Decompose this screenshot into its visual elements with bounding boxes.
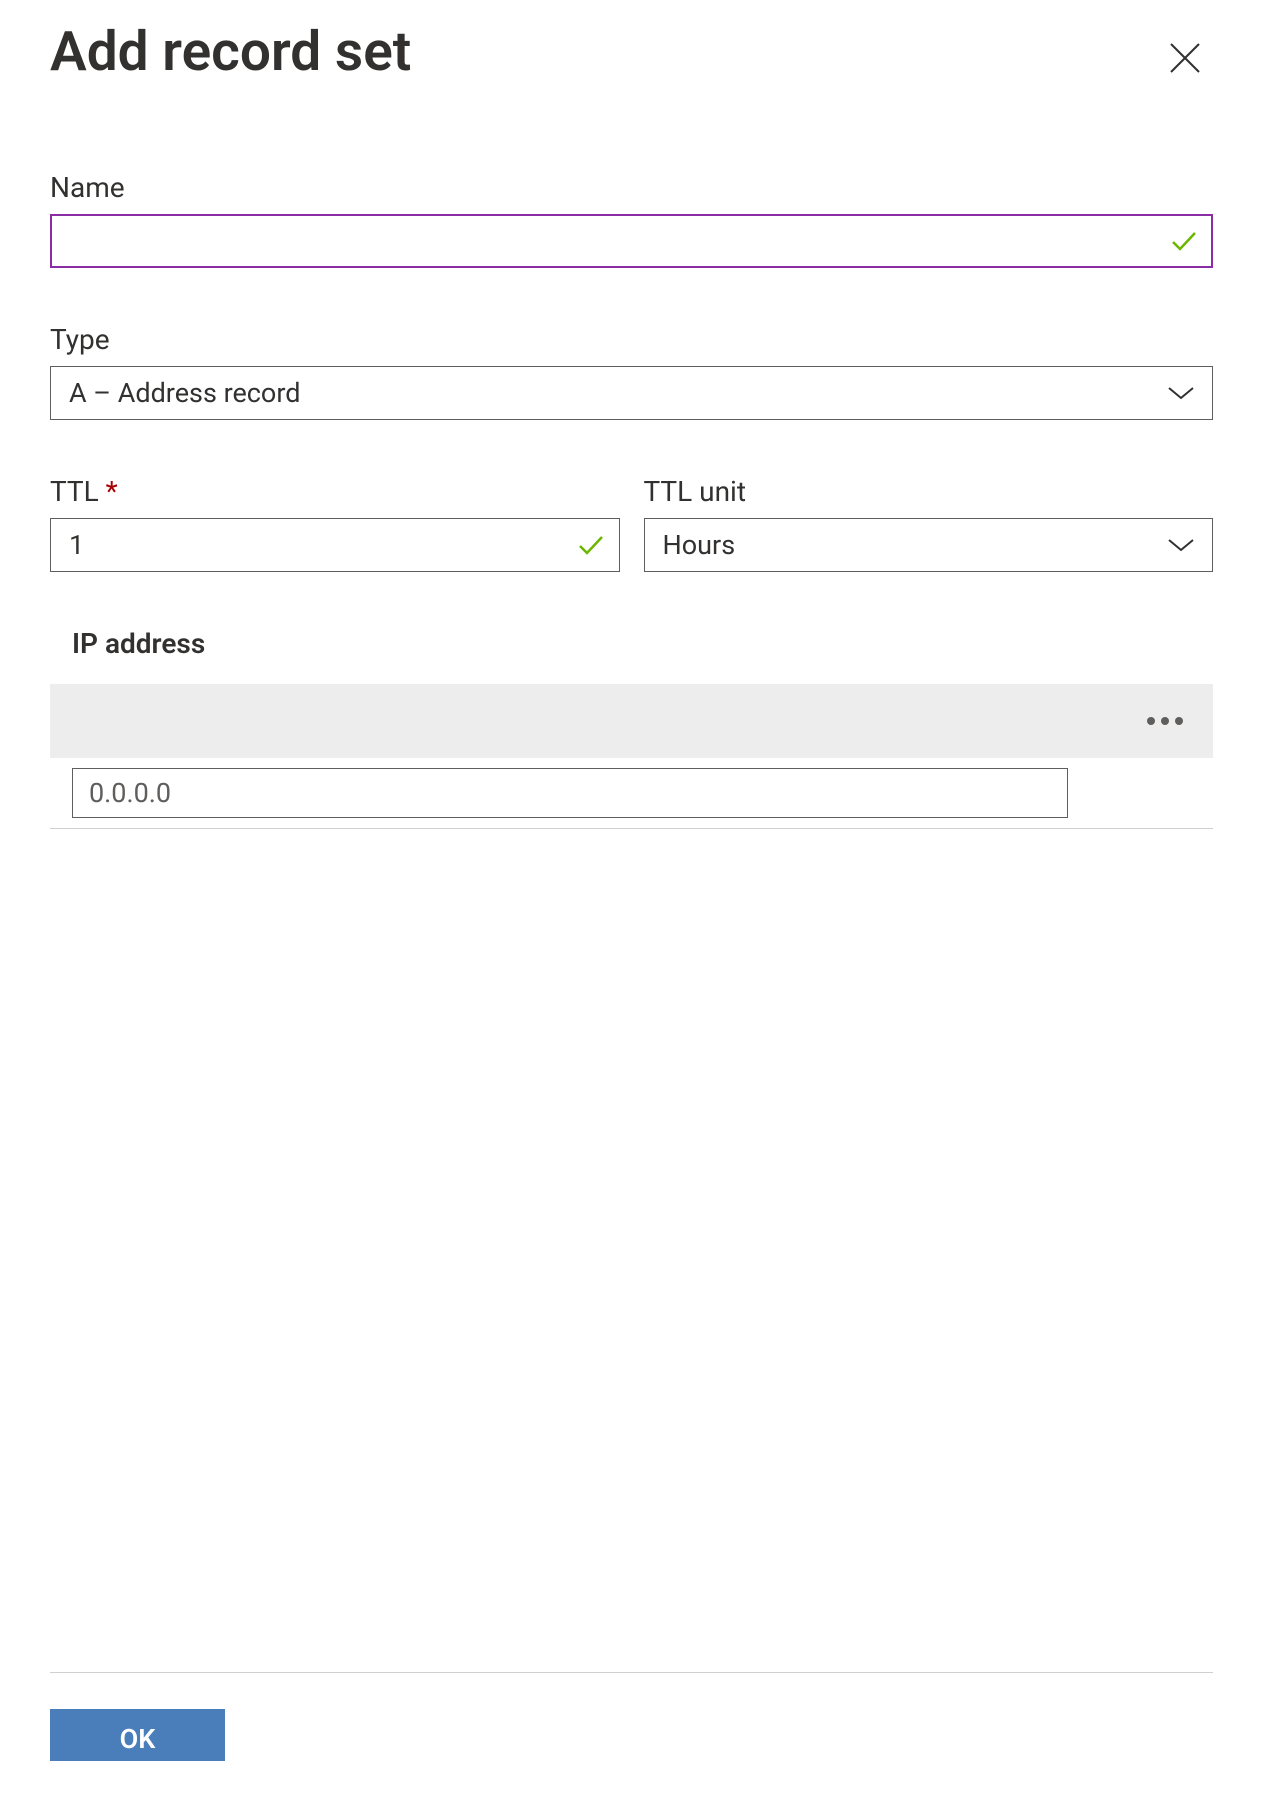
ttl-label: TTL * <box>50 475 620 508</box>
name-field-group: Name <box>50 171 1213 268</box>
ip-address-input[interactable] <box>72 768 1068 818</box>
more-icon <box>1147 717 1155 725</box>
more-icon <box>1161 717 1169 725</box>
type-field-group: Type A – Address record <box>50 323 1213 420</box>
form-content: Name Type A – Address record <box>50 171 1213 1672</box>
ttl-row: TTL * TTL unit Hours <box>50 475 1213 572</box>
ip-address-section: IP address <box>50 627 1213 829</box>
type-select[interactable]: A – Address record <box>50 366 1213 420</box>
close-button[interactable] <box>1157 30 1213 86</box>
ttl-input[interactable] <box>50 518 620 572</box>
type-label: Type <box>50 323 1213 356</box>
ip-address-toolbar <box>50 684 1213 758</box>
required-indicator: * <box>106 475 118 508</box>
ttl-field-group: TTL * <box>50 475 620 572</box>
panel-title: Add record set <box>50 20 411 84</box>
ttl-unit-select[interactable]: Hours <box>644 518 1214 572</box>
ip-address-label: IP address <box>72 627 1213 660</box>
type-value: A – Address record <box>69 377 300 409</box>
panel-header: Add record set <box>50 20 1213 86</box>
ok-button[interactable]: OK <box>50 1709 225 1761</box>
close-icon <box>1167 40 1203 76</box>
ttl-unit-field-group: TTL unit Hours <box>644 475 1214 572</box>
name-label: Name <box>50 171 1213 204</box>
more-options-button[interactable] <box>1139 709 1191 733</box>
ttl-unit-value: Hours <box>663 529 736 561</box>
ttl-unit-label: TTL unit <box>644 475 1214 508</box>
panel-footer: OK <box>50 1672 1213 1797</box>
more-icon <box>1175 717 1183 725</box>
name-input[interactable] <box>50 214 1213 268</box>
ip-input-row <box>50 758 1213 829</box>
